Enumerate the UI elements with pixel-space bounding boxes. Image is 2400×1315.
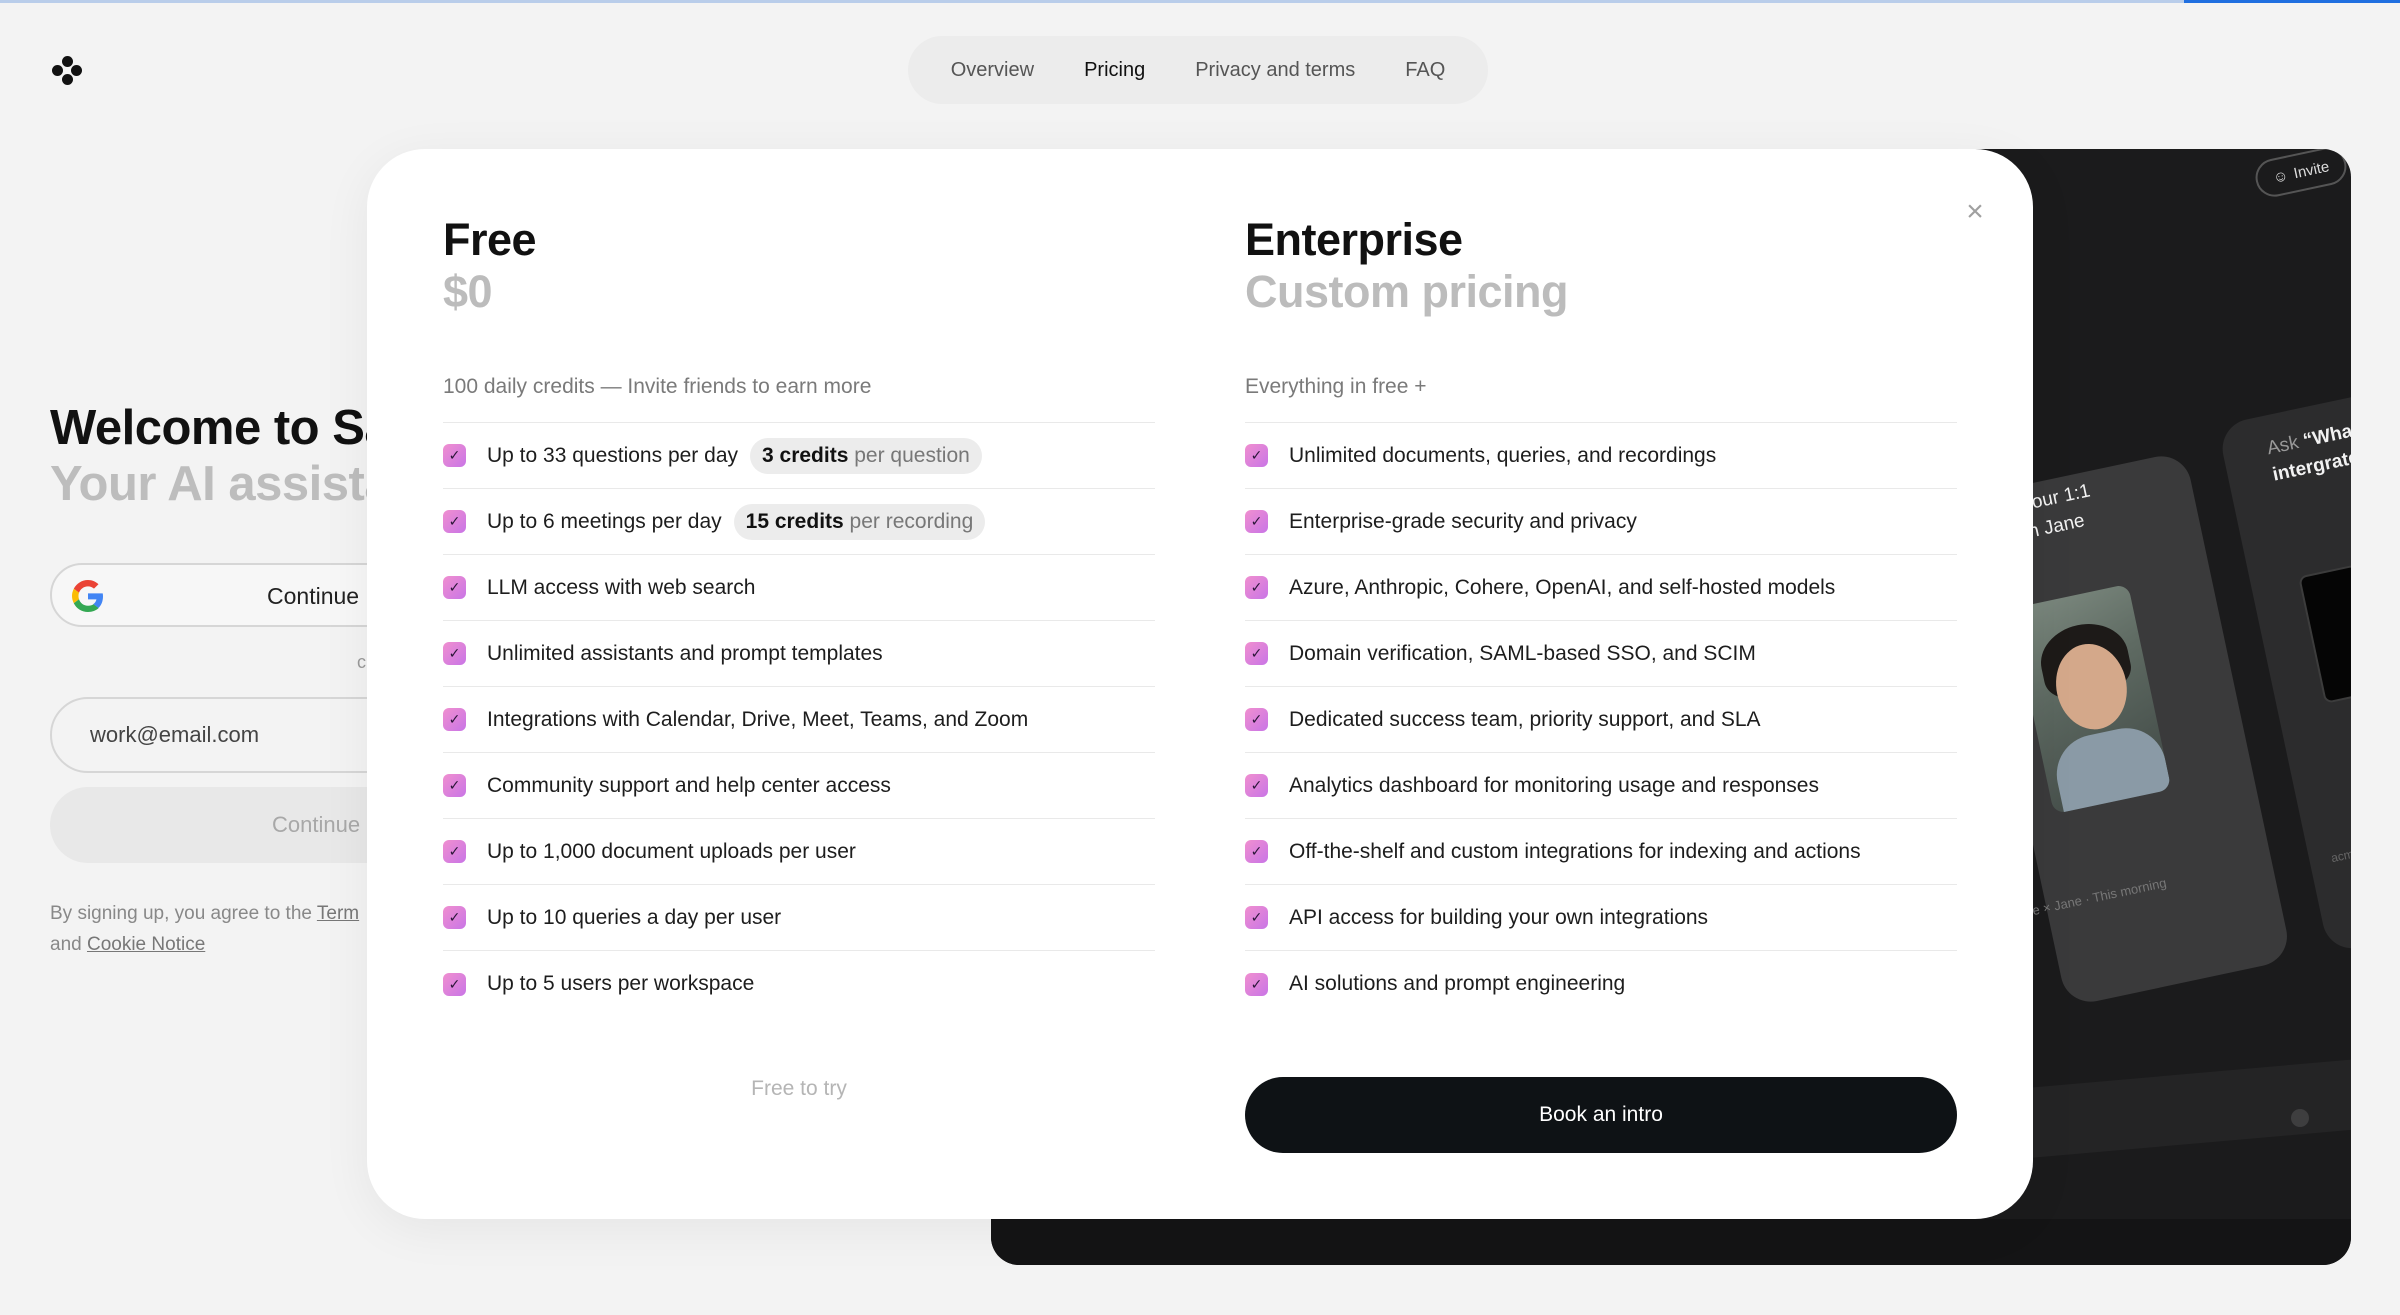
feature-text: Up to 10 queries a day per user [487, 905, 782, 929]
feature-text: Up to 33 questions per day [487, 443, 738, 467]
checkbox-icon: ✓ [443, 708, 466, 731]
page-progress-fill [2184, 0, 2400, 3]
feature-item: ✓ Community support and help center acces… [443, 753, 1155, 819]
feature-item: ✓ Up to 33 questions per day 3 credits p… [443, 423, 1155, 489]
welcome-title: Welcome to Sa [50, 401, 392, 455]
enterprise-plan-name: Enterprise [1245, 214, 1463, 265]
checkbox-icon: ✓ [443, 906, 466, 929]
checkbox-icon: ✓ [1245, 840, 1268, 863]
checkbox-icon: ✓ [443, 774, 466, 797]
checkbox-icon: ✓ [443, 972, 466, 996]
feature-text: Enterprise-grade security and privacy [1289, 509, 1637, 533]
feature-text: Up to 5 users per workspace [487, 972, 755, 995]
page-progress-track [0, 0, 2400, 3]
checkbox-icon: ✓ [443, 444, 466, 467]
invite-label: Invite [2292, 157, 2331, 182]
feature-item: ✓ Dedicated success team, priority suppor… [1245, 687, 1957, 753]
checkbox-icon: ✓ [1245, 444, 1268, 467]
checkbox-icon: ✓ [443, 576, 466, 599]
checkbox-icon: ✓ [443, 840, 466, 863]
feature-text: Unlimited documents, queries, and record… [1289, 443, 1717, 467]
enterprise-plan-price: Custom pricing [1245, 266, 1569, 317]
checkbox-icon: ✓ [1245, 510, 1268, 533]
free-plan-name: Free [443, 214, 537, 265]
feature-item: ✓ Up to 6 meetings per day 15 credits pe… [443, 489, 1155, 555]
feature-item: ✓ Up to 1,000 document uploads per user [443, 819, 1155, 885]
feature-item: ✓ Integrations with Calendar, Drive, Meet… [443, 687, 1155, 753]
feature-item: ✓ Unlimited assistants and prompt templat… [443, 621, 1155, 687]
feature-text: Community support and help center access [487, 773, 891, 797]
welcome-subtitle: Your AI assista [50, 457, 392, 511]
feature-text: AI solutions and prompt engineering [1289, 972, 1626, 995]
feature-item: ✓ Unlimited documents, queries, and recor… [1245, 423, 1957, 489]
checkbox-icon: ✓ [1245, 774, 1268, 797]
terms-and: and [50, 934, 87, 955]
nav-privacy-and-terms[interactable]: Privacy and terms [1170, 59, 1380, 82]
credits-badge: 3 credits per question [750, 437, 982, 474]
checkbox-icon: ✓ [1245, 642, 1268, 665]
free-feature-list: ✓ Up to 33 questions per day 3 credits p… [443, 422, 1155, 1017]
enterprise-feature-list: ✓ Unlimited documents, queries, and recor… [1245, 422, 1957, 1017]
feature-text: LLM access with web search [487, 575, 756, 599]
free-plan-price: $0 [443, 266, 493, 317]
feature-text: Off-the-shelf and custom integrations fo… [1289, 839, 1861, 863]
checkbox-icon: ✓ [1245, 576, 1268, 599]
free-plan: Free $0 100 daily credits — Invite frien… [443, 214, 1155, 1017]
feature-item: ✓ Off-the-shelf and custom integrations f… [1245, 819, 1957, 885]
enterprise-plan-description: Everything in free + [1245, 375, 1427, 398]
feature-item: ✓ LLM access with web search [443, 555, 1155, 621]
free-plan-description: 100 daily credits — Invite friends to ea… [443, 375, 872, 398]
checkbox-icon: ✓ [443, 510, 466, 533]
feature-item: ✓ Enterprise-grade security and privacy [1245, 489, 1957, 555]
terms-notice: By signing up, you agree to the Term and… [50, 898, 380, 960]
checkbox-icon: ✓ [1245, 906, 1268, 929]
checkbox-icon: ✓ [1245, 972, 1268, 996]
close-icon[interactable]: × [1957, 194, 1993, 230]
feature-text: Dedicated success team, priority support… [1289, 707, 1761, 731]
credits-amount: 3 credits [762, 443, 849, 467]
credits-unit: per question [854, 443, 970, 467]
feature-text: Integrations with Calendar, Drive, Meet,… [487, 707, 1029, 731]
enterprise-plan: Enterprise Custom pricing Everything in … [1245, 214, 1957, 1017]
nav-faq[interactable]: FAQ [1380, 59, 1470, 82]
preview-footer [991, 1219, 2351, 1265]
feature-text: API access for building your own integra… [1289, 905, 1709, 929]
free-to-try-link[interactable]: Free to try [443, 1077, 1155, 1101]
user-plus-icon: ☺ [2271, 166, 2290, 187]
feature-item: ✓ Analytics dashboard for monitoring usag… [1245, 753, 1957, 819]
preview-send-icon [2291, 1109, 2309, 1127]
feature-text: Up to 6 meetings per day [487, 509, 722, 533]
feature-item: ✓ API access for building your own integr… [1245, 885, 1957, 951]
feature-item: ✓ Up to 5 users per workspace [443, 951, 1155, 1017]
credits-amount: 15 credits [745, 509, 844, 533]
book-an-intro-button[interactable]: Book an intro [1245, 1077, 1957, 1153]
feature-item: ✓ Domain verification, SAML-based SSO, an… [1245, 621, 1957, 687]
checkbox-icon: ✓ [443, 642, 466, 665]
terms-link[interactable]: Term [317, 903, 359, 924]
terms-prefix: By signing up, you agree to the [50, 903, 317, 924]
feature-text: Unlimited assistants and prompt template… [487, 641, 883, 665]
credits-badge: 15 credits per recording [733, 503, 986, 540]
ask-prefix: Ask [2265, 431, 2306, 460]
nav-pricing[interactable]: Pricing [1059, 59, 1170, 82]
invite-button: ☺ Invite [2252, 149, 2350, 201]
feature-item: ✓ Azure, Anthropic, Cohere, OpenAI, and s… [1245, 555, 1957, 621]
four-dot-logo-icon[interactable] [52, 56, 82, 86]
top-navigation: Overview Pricing Privacy and terms FAQ [908, 36, 1488, 104]
feature-text: Up to 1,000 document uploads per user [487, 839, 856, 863]
feature-item: ✓ Up to 10 queries a day per user [443, 885, 1155, 951]
cookie-notice-link[interactable]: Cookie Notice [87, 934, 205, 955]
feature-text: Azure, Anthropic, Cohere, OpenAI, and se… [1289, 575, 1836, 599]
feature-item: ✓ AI solutions and prompt engineering [1245, 951, 1957, 1017]
credits-unit: per recording [849, 509, 974, 533]
google-icon [72, 580, 103, 612]
feature-text: Domain verification, SAML-based SSO, and… [1289, 641, 1756, 665]
continue-with-google-label: Continue [267, 583, 360, 609]
feature-text: Analytics dashboard for monitoring usage… [1289, 773, 1819, 797]
nav-overview[interactable]: Overview [926, 59, 1059, 82]
checkbox-icon: ✓ [1245, 708, 1268, 731]
pricing-modal: × Free $0 100 daily credits — Invite fri… [367, 149, 2033, 1219]
or-divider-text: c [357, 652, 366, 672]
